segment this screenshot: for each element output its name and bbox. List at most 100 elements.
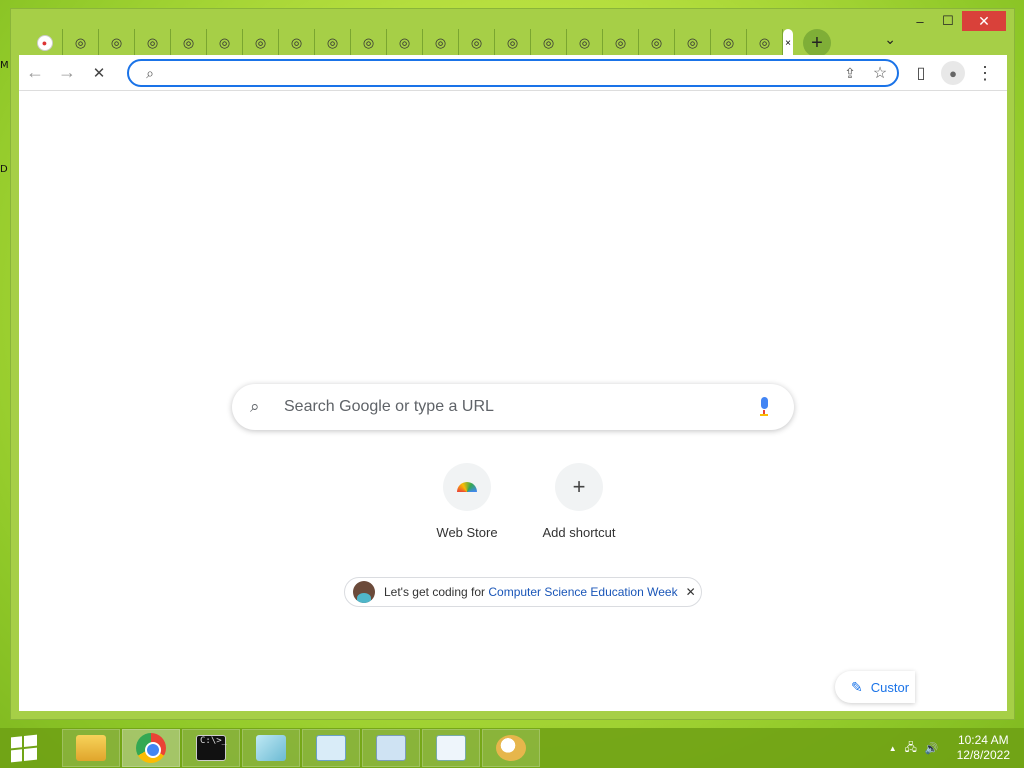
paint-palette-icon	[496, 735, 526, 761]
forward-button[interactable]: →	[51, 57, 83, 89]
folder-icon	[76, 735, 106, 761]
tab[interactable]: ◎	[315, 29, 351, 57]
active-tab[interactable]: ×	[783, 29, 793, 57]
close-window-button[interactable]: ✕	[962, 11, 1006, 31]
chrome-favicon-icon: ◎	[434, 35, 447, 50]
record-favicon-icon: ●	[36, 35, 53, 51]
address-input[interactable]	[169, 63, 839, 83]
tab[interactable]: ◎	[711, 29, 747, 57]
calculator-icon	[376, 735, 406, 761]
chrome-favicon-icon: ◎	[362, 35, 375, 50]
minimize-button[interactable]: –	[906, 11, 934, 31]
tab[interactable]: ◎	[747, 29, 783, 57]
menu-button[interactable]: ⋮	[969, 57, 1001, 89]
side-panel-icon[interactable]: ▯	[905, 57, 937, 89]
promo-chip[interactable]: Let's get coding for Computer Science Ed…	[344, 577, 702, 607]
tab[interactable]: ◎	[351, 29, 387, 57]
chrome-favicon-icon: ◎	[398, 35, 411, 50]
maximize-button[interactable]: ☐	[934, 11, 962, 31]
taskbar-control-panel[interactable]	[302, 729, 360, 767]
chrome-favicon-icon: ◎	[614, 35, 627, 50]
taskbar-chrome[interactable]	[122, 729, 180, 767]
ntp-search-box[interactable]: ⌕ Search Google or type a URL	[232, 384, 794, 430]
shortcut-label: Add shortcut	[542, 525, 616, 540]
window-controls: – ☐ ✕	[906, 11, 1006, 33]
tab[interactable]: ◎	[135, 29, 171, 57]
chrome-icon	[136, 733, 166, 763]
clock[interactable]: 10:24 AM 12/8/2022	[957, 733, 1010, 763]
start-button[interactable]	[0, 728, 48, 768]
tab[interactable]: ◎	[63, 29, 99, 57]
tab[interactable]: ◎	[567, 29, 603, 57]
search-icon: ⌕	[250, 397, 260, 416]
bookmark-star-icon[interactable]: ☆	[869, 63, 891, 83]
promo-close-icon[interactable]: ✕	[686, 585, 696, 599]
chrome-favicon-icon: ◎	[506, 35, 519, 50]
chrome-favicon-icon: ◎	[182, 35, 195, 50]
customize-chrome-button[interactable]: ✎ Custor	[835, 671, 915, 703]
chrome-favicon-icon: ◎	[110, 35, 123, 50]
tab[interactable]: ◎	[639, 29, 675, 57]
shortcut-web-store[interactable]: Web Store	[411, 463, 523, 540]
tab[interactable]: ◎	[207, 29, 243, 57]
notepad-icon	[256, 735, 286, 761]
tab[interactable]: ◎	[495, 29, 531, 57]
tab[interactable]: ◎	[531, 29, 567, 57]
microphone-icon[interactable]	[758, 397, 770, 417]
toolbar: ← → ✕ ⌕ ⇪ ☆ ▯ ● ⋮	[19, 55, 1007, 91]
wordpad-icon	[436, 735, 466, 761]
chrome-favicon-icon: ◎	[74, 35, 87, 50]
chrome-favicon-icon: ◎	[254, 35, 267, 50]
chrome-favicon-icon: ◎	[218, 35, 231, 50]
chrome-favicon-icon: ◎	[290, 35, 303, 50]
tab[interactable]: ◎	[459, 29, 495, 57]
taskbar-paint[interactable]	[482, 729, 540, 767]
search-icon: ⌕	[146, 64, 154, 81]
windows-logo-icon	[11, 734, 37, 762]
taskbar-file-explorer[interactable]	[62, 729, 120, 767]
taskbar-wordpad[interactable]	[422, 729, 480, 767]
chrome-favicon-icon: ◎	[722, 35, 735, 50]
tab[interactable]: ◎	[387, 29, 423, 57]
taskbar-calculator[interactable]	[362, 729, 420, 767]
promo-link[interactable]: Computer Science Education Week	[488, 585, 677, 599]
chrome-favicon-icon: ◎	[578, 35, 591, 50]
tab-close-icon[interactable]: ×	[785, 38, 791, 49]
profile-avatar-icon: ●	[941, 61, 965, 85]
tab[interactable]: ◎	[675, 29, 711, 57]
tab[interactable]: ●	[27, 29, 63, 57]
shortcut-label: Web Store	[436, 525, 498, 540]
tab[interactable]: ◎	[243, 29, 279, 57]
tab[interactable]: ◎	[279, 29, 315, 57]
clock-time: 10:24 AM	[957, 733, 1009, 747]
search-placeholder: Search Google or type a URL	[284, 398, 494, 415]
promo-avatar-icon	[353, 581, 375, 603]
network-icon[interactable]: 🖧	[905, 739, 917, 758]
volume-icon[interactable]: 🔊	[925, 742, 939, 755]
pencil-icon: ✎	[851, 678, 863, 695]
back-button[interactable]: ←	[19, 57, 51, 89]
chrome-favicon-icon: ◎	[542, 35, 555, 50]
desktop-label-m: M	[0, 60, 9, 71]
webstore-icon	[443, 463, 491, 511]
chrome-favicon-icon: ◎	[326, 35, 339, 50]
chrome-favicon-icon: ◎	[650, 35, 663, 50]
profile-button[interactable]: ●	[937, 57, 969, 89]
tab[interactable]: ◎	[171, 29, 207, 57]
share-icon[interactable]: ⇪	[839, 65, 861, 82]
chrome-favicon-icon: ◎	[686, 35, 699, 50]
tab[interactable]: ◎	[99, 29, 135, 57]
tab[interactable]: ◎	[423, 29, 459, 57]
taskbar: C:\>_ ▲ 🖧 🔊 10:24 AM 12/8/2022	[0, 728, 1024, 768]
show-hidden-icons-icon[interactable]: ▲	[889, 744, 897, 753]
shortcut-add[interactable]: + Add shortcut	[523, 463, 635, 540]
new-tab-button[interactable]: +	[803, 29, 831, 57]
taskbar-command-prompt[interactable]: C:\>_	[182, 729, 240, 767]
tab-search-chevron-icon[interactable]: ⌄	[884, 31, 896, 48]
stop-loading-button[interactable]: ✕	[83, 57, 115, 89]
taskbar-notepad[interactable]	[242, 729, 300, 767]
desktop-label-d: D	[0, 164, 8, 175]
tab[interactable]: ◎	[603, 29, 639, 57]
address-bar[interactable]: ⌕ ⇪ ☆	[127, 59, 899, 87]
chrome-window: – ☐ ✕ ● ◎ ◎ ◎ ◎ ◎ ◎ ◎ ◎ ◎ ◎ ◎ ◎ ◎ ◎ ◎ ◎ ◎ ◎ ◎ ◎ × + ⌄ ← → ✕…	[10, 8, 1015, 720]
